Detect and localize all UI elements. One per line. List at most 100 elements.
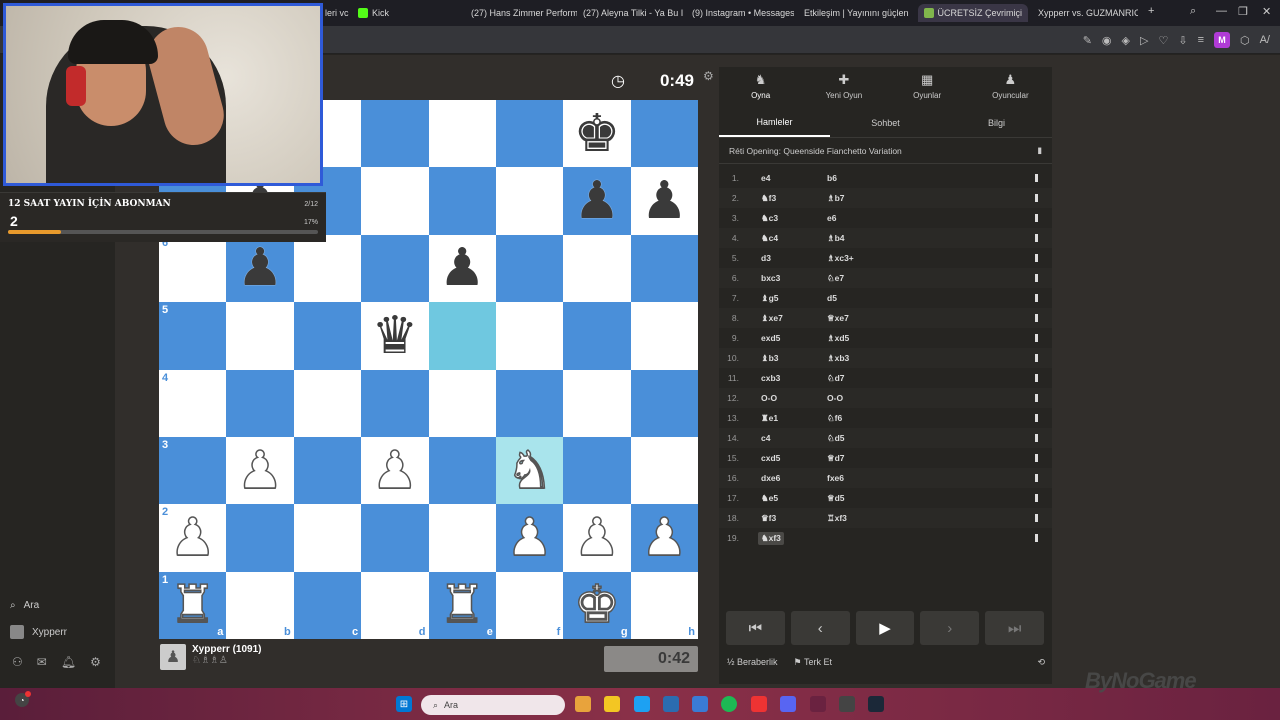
ai-icon[interactable]: A/ bbox=[1260, 34, 1270, 46]
white-move[interactable]: ♜e1 bbox=[761, 413, 778, 424]
minimize-icon[interactable]: — bbox=[1216, 5, 1227, 17]
white-move[interactable]: ♝g5 bbox=[761, 293, 779, 304]
white-pawn-icon[interactable]: ♟ bbox=[506, 511, 554, 565]
square-f6[interactable] bbox=[495, 234, 564, 303]
black-move[interactable]: b6 bbox=[827, 173, 837, 183]
square-c6[interactable] bbox=[293, 234, 362, 303]
store-icon[interactable] bbox=[663, 696, 679, 712]
next-move-button[interactable]: › bbox=[920, 611, 980, 645]
black-king-icon[interactable]: ♚ bbox=[574, 108, 621, 160]
play-icon[interactable]: ▷ bbox=[1140, 34, 1148, 47]
last-move-button[interactable]: ⏭ bbox=[985, 611, 1044, 645]
tab-new-game[interactable]: ✚ Yeni Oyun bbox=[802, 67, 885, 105]
square-h4[interactable] bbox=[630, 369, 698, 437]
black-move[interactable]: ♗b4 bbox=[827, 233, 845, 244]
square-d1[interactable]: d bbox=[361, 571, 429, 639]
square-c1[interactable]: c bbox=[293, 571, 362, 639]
square-g8[interactable]: ♚ bbox=[563, 100, 631, 168]
square-d6[interactable] bbox=[361, 234, 429, 303]
browser-tab[interactable]: (9) Instagram • Messages bbox=[688, 4, 794, 22]
square-b3[interactable]: ♟ bbox=[226, 436, 294, 505]
square-d3[interactable]: ♟ bbox=[361, 436, 429, 505]
white-rook-icon[interactable]: ♜ bbox=[169, 579, 217, 633]
white-move[interactable]: d3 bbox=[761, 253, 771, 263]
black-move[interactable]: ♕d7 bbox=[827, 453, 845, 464]
subtab-info[interactable]: Bilgi bbox=[941, 108, 1052, 137]
square-h3[interactable] bbox=[630, 436, 698, 505]
browser-tab[interactable]: Etkileşim | Yayınını güçlen bbox=[800, 4, 908, 22]
black-move[interactable]: ♗xb3 bbox=[827, 353, 849, 364]
square-d5[interactable]: ♛ bbox=[361, 302, 429, 370]
square-d8[interactable] bbox=[361, 100, 429, 168]
notification-icon[interactable]: ◔ bbox=[15, 691, 31, 707]
square-a6[interactable]: 6 bbox=[159, 234, 227, 303]
prev-move-button[interactable]: ‹ bbox=[790, 611, 850, 645]
obs-icon[interactable] bbox=[839, 696, 855, 712]
white-move[interactable]: ♛f3 bbox=[761, 513, 776, 524]
folder-icon[interactable] bbox=[604, 696, 620, 712]
app-icon[interactable] bbox=[692, 696, 708, 712]
square-a2[interactable]: 2 ♟ bbox=[159, 504, 227, 572]
close-icon[interactable]: ✕ bbox=[1262, 5, 1271, 18]
square-e4[interactable] bbox=[428, 369, 496, 437]
square-f5[interactable] bbox=[495, 302, 564, 370]
app-icon[interactable] bbox=[810, 696, 826, 712]
tab-play[interactable]: ♞ Oyna bbox=[719, 67, 802, 105]
app-icon[interactable] bbox=[575, 696, 591, 712]
square-g2[interactable]: ♟ bbox=[563, 504, 631, 572]
square-h2[interactable]: ♟ bbox=[630, 504, 698, 572]
white-pawn-icon[interactable]: ♟ bbox=[236, 444, 284, 498]
book-icon[interactable]: ▮ bbox=[1037, 145, 1042, 156]
square-b4[interactable] bbox=[226, 369, 294, 437]
white-move[interactable]: O-O bbox=[761, 393, 777, 403]
square-f2[interactable]: ♟ bbox=[495, 504, 564, 572]
square-d4[interactable] bbox=[361, 369, 429, 437]
black-move[interactable]: ♘d5 bbox=[827, 433, 845, 444]
flip-board-icon[interactable]: ⟲ bbox=[1037, 657, 1045, 668]
square-g3[interactable] bbox=[563, 436, 631, 505]
black-pawn-icon[interactable]: ♟ bbox=[439, 242, 486, 294]
square-h1[interactable]: h bbox=[630, 571, 698, 639]
square-b2[interactable] bbox=[226, 504, 294, 572]
white-move[interactable]: e4 bbox=[761, 173, 770, 183]
square-a3[interactable]: 3 bbox=[159, 436, 227, 505]
square-h8[interactable] bbox=[630, 100, 698, 168]
square-d2[interactable] bbox=[361, 504, 429, 572]
menu-icon[interactable]: ≡ bbox=[1198, 34, 1204, 46]
white-pawn-icon[interactable]: ♟ bbox=[640, 511, 688, 565]
square-g4[interactable] bbox=[563, 369, 631, 437]
tab-games[interactable]: ▦ Oyunlar bbox=[886, 67, 969, 105]
square-f7[interactable] bbox=[495, 167, 564, 235]
tab-players[interactable]: ♟ Oyuncular bbox=[969, 67, 1052, 105]
square-b5[interactable] bbox=[226, 302, 294, 370]
square-a5[interactable]: 5 bbox=[159, 302, 227, 370]
board-settings-icon[interactable]: ⚙ bbox=[703, 69, 714, 83]
extension-icon[interactable]: ⬡ bbox=[1240, 34, 1250, 47]
black-move[interactable]: ♘e7 bbox=[827, 273, 844, 284]
white-move[interactable]: ♞f3 bbox=[761, 193, 776, 204]
square-e7[interactable] bbox=[428, 167, 496, 235]
square-e5[interactable] bbox=[428, 302, 496, 370]
white-pawn-icon[interactable]: ♟ bbox=[573, 511, 621, 565]
square-g6[interactable] bbox=[563, 234, 631, 303]
black-move[interactable]: ♗b7 bbox=[827, 193, 845, 204]
white-move[interactable]: exd5 bbox=[761, 333, 780, 343]
square-d7[interactable] bbox=[361, 167, 429, 235]
first-move-button[interactable]: ⏮ bbox=[726, 611, 785, 645]
square-c3[interactable] bbox=[293, 436, 362, 505]
black-move[interactable]: d5 bbox=[827, 293, 837, 303]
square-a1[interactable]: 1 a ♜ bbox=[159, 571, 227, 639]
black-move[interactable]: e6 bbox=[827, 213, 836, 223]
square-c5[interactable] bbox=[293, 302, 362, 370]
black-move[interactable]: ♘f6 bbox=[827, 413, 842, 424]
square-h7[interactable]: ♟ bbox=[630, 167, 698, 235]
opera-icon[interactable] bbox=[751, 696, 767, 712]
white-move[interactable]: cxb3 bbox=[761, 373, 780, 383]
subtab-moves[interactable]: Hamleler bbox=[719, 108, 830, 137]
browser-tab[interactable]: leri vc bbox=[325, 4, 355, 22]
black-pawn-icon[interactable]: ♟ bbox=[237, 242, 284, 294]
black-move[interactable]: ♕d5 bbox=[827, 493, 845, 504]
black-move[interactable]: ♕xe7 bbox=[827, 313, 849, 324]
edit-icon[interactable]: ✎ bbox=[1083, 34, 1092, 47]
square-a4[interactable]: 4 bbox=[159, 369, 227, 437]
